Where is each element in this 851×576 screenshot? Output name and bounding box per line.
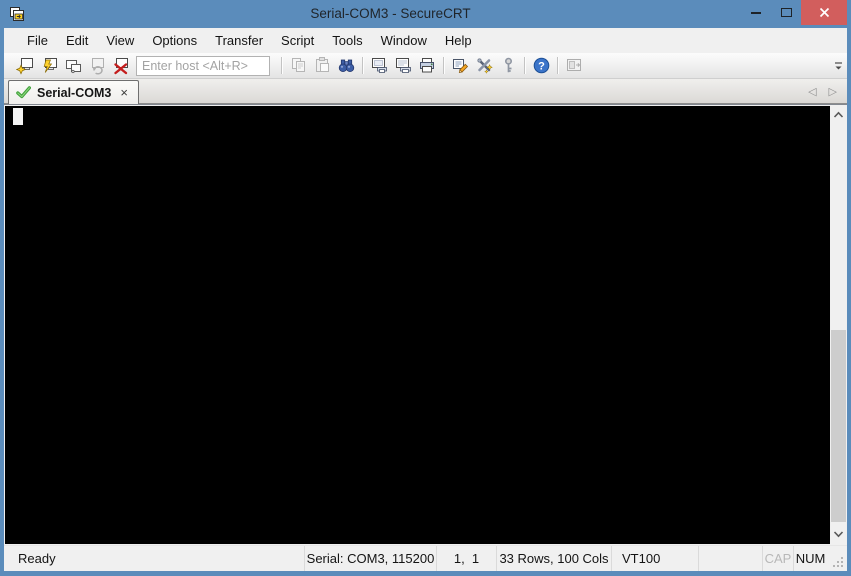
print-screen-button[interactable] bbox=[367, 55, 391, 77]
global-options-button[interactable] bbox=[472, 55, 496, 77]
menu-window[interactable]: Window bbox=[372, 28, 436, 53]
find-icon bbox=[338, 59, 354, 72]
reconnect-button[interactable] bbox=[85, 55, 109, 77]
svg-text:?: ? bbox=[538, 60, 545, 72]
print-screen-icon bbox=[371, 58, 387, 73]
window-controls bbox=[741, 0, 847, 25]
status-ready: Ready bbox=[18, 551, 56, 566]
quick-connect-button[interactable] bbox=[37, 55, 61, 77]
status-spacer bbox=[698, 546, 762, 571]
close-icon bbox=[819, 7, 829, 18]
scroll-down-button[interactable] bbox=[830, 526, 847, 542]
resize-grip-icon bbox=[833, 557, 843, 567]
print-preview-icon bbox=[395, 58, 411, 73]
quick-connect-icon bbox=[43, 58, 57, 73]
menu-options[interactable]: Options bbox=[143, 28, 206, 53]
scroll-up-button[interactable] bbox=[830, 107, 847, 123]
copy-icon bbox=[291, 58, 305, 72]
status-num-lock: NUM bbox=[793, 546, 827, 571]
print-button[interactable] bbox=[415, 55, 439, 77]
securecrt-window: Serial-COM3 - SecureCRT File Edit View O… bbox=[0, 0, 851, 576]
tab-close-icon[interactable]: × bbox=[120, 86, 128, 99]
paste-icon bbox=[315, 57, 329, 72]
status-caps-lock: CAP bbox=[762, 546, 793, 571]
minimize-icon bbox=[751, 11, 761, 14]
scrollbar-thumb[interactable] bbox=[831, 330, 846, 522]
find-button[interactable] bbox=[334, 55, 358, 77]
menu-help[interactable]: Help bbox=[436, 28, 481, 53]
tab-scroll-right-icon[interactable]: ▷ bbox=[829, 85, 837, 98]
toolbar-separator bbox=[443, 57, 444, 74]
tab-scroll-left-icon[interactable]: ◁ bbox=[808, 85, 816, 98]
connect-icon bbox=[15, 58, 33, 75]
terminal-screen[interactable] bbox=[5, 106, 830, 544]
close-button[interactable] bbox=[801, 0, 847, 25]
toolbar-separator bbox=[362, 57, 363, 74]
terminal-pane bbox=[4, 104, 847, 545]
help-icon: ? bbox=[533, 57, 549, 74]
menu-tools[interactable]: Tools bbox=[323, 28, 371, 53]
connect-in-tab-button[interactable] bbox=[61, 55, 85, 77]
toolbar-separator bbox=[524, 57, 525, 74]
menu-transfer[interactable]: Transfer bbox=[206, 28, 272, 53]
status-bar: Ready Serial: COM3, 115200 1, 1 33 Rows,… bbox=[4, 545, 847, 571]
disconnect-icon bbox=[113, 58, 128, 75]
chevron-down-icon bbox=[833, 531, 844, 538]
print-icon bbox=[419, 58, 434, 73]
minimize-button[interactable] bbox=[741, 0, 771, 25]
session-manager-button[interactable] bbox=[562, 55, 586, 77]
key-agent-button[interactable] bbox=[496, 55, 520, 77]
status-emulation: VT100 bbox=[611, 546, 698, 571]
host-input[interactable] bbox=[136, 55, 270, 76]
tab-bar: Serial-COM3 × ◁ ▷ bbox=[4, 79, 847, 104]
titlebar[interactable]: Serial-COM3 - SecureCRT bbox=[0, 0, 851, 28]
status-serial-info: Serial: COM3, 115200 bbox=[304, 546, 436, 571]
key-icon bbox=[504, 57, 512, 73]
menu-edit[interactable]: Edit bbox=[57, 28, 97, 53]
tab-serial-com3[interactable]: Serial-COM3 × bbox=[8, 80, 139, 104]
menu-bar: File Edit View Options Transfer Script T… bbox=[4, 28, 847, 53]
menu-view[interactable]: View bbox=[97, 28, 143, 53]
resize-grip[interactable] bbox=[827, 546, 847, 571]
maximize-icon bbox=[780, 8, 792, 17]
print-preview-button[interactable] bbox=[391, 55, 415, 77]
copy-button[interactable] bbox=[286, 55, 310, 77]
vertical-scrollbar[interactable] bbox=[830, 106, 847, 545]
tab-label: Serial-COM3 bbox=[37, 85, 112, 100]
connect-in-tab-icon bbox=[65, 60, 81, 74]
toolbar-separator bbox=[281, 57, 282, 74]
paste-button[interactable] bbox=[310, 55, 334, 77]
session-options-button[interactable] bbox=[448, 55, 472, 77]
session-options-icon bbox=[452, 59, 468, 74]
overflow-chevron-icon bbox=[834, 61, 842, 69]
tab-scroll-controls: ◁ ▷ bbox=[808, 79, 837, 103]
global-options-icon bbox=[476, 58, 493, 74]
disconnect-button[interactable] bbox=[109, 55, 133, 77]
terminal-cursor bbox=[13, 108, 23, 125]
maximize-button[interactable] bbox=[771, 0, 801, 25]
menu-script[interactable]: Script bbox=[272, 28, 323, 53]
window-title: Serial-COM3 - SecureCRT bbox=[310, 6, 471, 21]
menu-file[interactable]: File bbox=[18, 28, 57, 53]
app-icon bbox=[9, 6, 25, 22]
session-manager-icon bbox=[566, 59, 581, 71]
help-button[interactable]: ? bbox=[529, 55, 553, 77]
toolbar-separator bbox=[557, 57, 558, 74]
green-check-icon bbox=[16, 86, 31, 99]
toolbar-overflow-button[interactable] bbox=[830, 55, 846, 77]
connect-button[interactable] bbox=[13, 55, 37, 77]
reconnect-icon bbox=[91, 58, 104, 75]
toolbar: ? bbox=[4, 53, 847, 79]
chevron-up-icon bbox=[833, 111, 844, 118]
status-cursor-position: 1, 1 bbox=[436, 546, 496, 571]
status-grid-size: 33 Rows, 100 Cols bbox=[496, 546, 611, 571]
